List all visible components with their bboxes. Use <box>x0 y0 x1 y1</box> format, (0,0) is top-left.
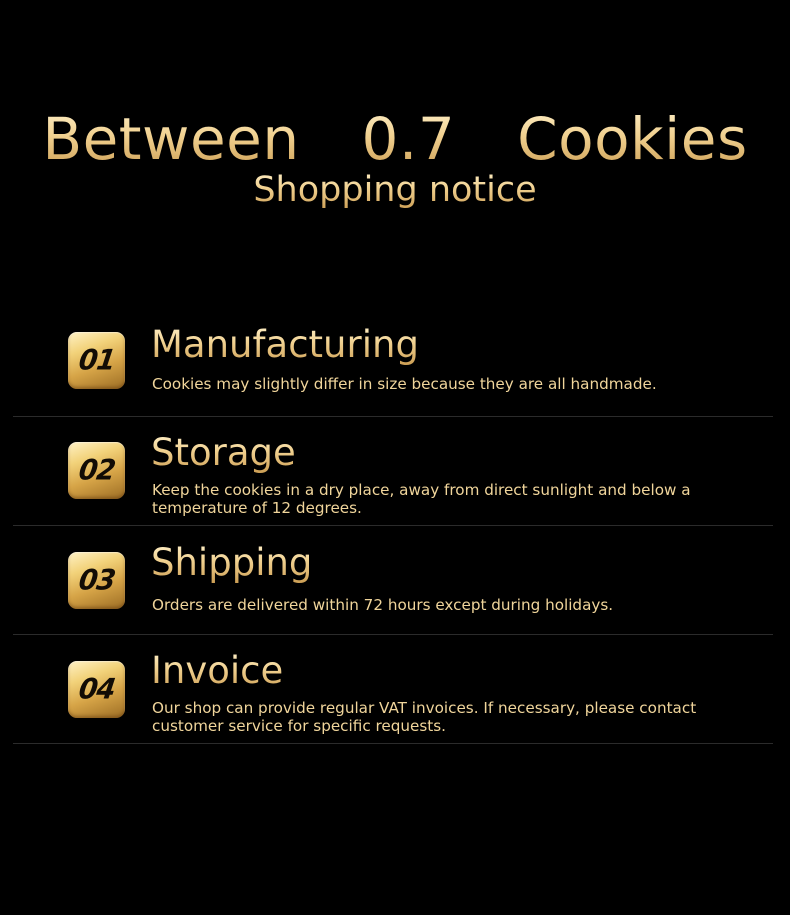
badge-number: 03 <box>76 564 117 597</box>
badge-number: 01 <box>76 344 117 377</box>
notice-description: Orders are delivered within 72 hours exc… <box>152 596 614 614</box>
notice-item-manufacturing: 01 Manufacturing Cookies may slightly di… <box>13 308 773 417</box>
number-badge-02: 02 <box>68 442 125 499</box>
notice-item-shipping: 03 Shipping Orders are delivered within … <box>13 526 773 635</box>
badge-number: 04 <box>76 673 117 706</box>
number-badge-01: 01 <box>68 332 125 389</box>
notice-title: Shipping <box>151 541 313 584</box>
notice-title: Manufacturing <box>151 323 419 366</box>
notice-list: 01 Manufacturing Cookies may slightly di… <box>13 308 773 744</box>
number-badge-04: 04 <box>68 661 125 718</box>
number-badge-03: 03 <box>68 552 125 609</box>
badge-number: 02 <box>76 454 117 487</box>
notice-description: Keep the cookies in a dry place, away fr… <box>152 481 691 517</box>
page-title: Between 0.7 Cookies <box>0 104 790 174</box>
notice-description: Our shop can provide regular VAT invoice… <box>152 699 697 735</box>
notice-item-storage: 02 Storage Keep the cookies in a dry pla… <box>13 417 773 526</box>
page-subtitle: Shopping notice <box>0 168 790 212</box>
notice-item-invoice: 04 Invoice Our shop can provide regular … <box>13 635 773 744</box>
page-header: Between 0.7 Cookies Shopping notice <box>0 104 790 212</box>
notice-title: Invoice <box>151 649 284 692</box>
notice-description: Cookies may slightly differ in size beca… <box>152 375 657 393</box>
notice-title: Storage <box>151 431 296 474</box>
